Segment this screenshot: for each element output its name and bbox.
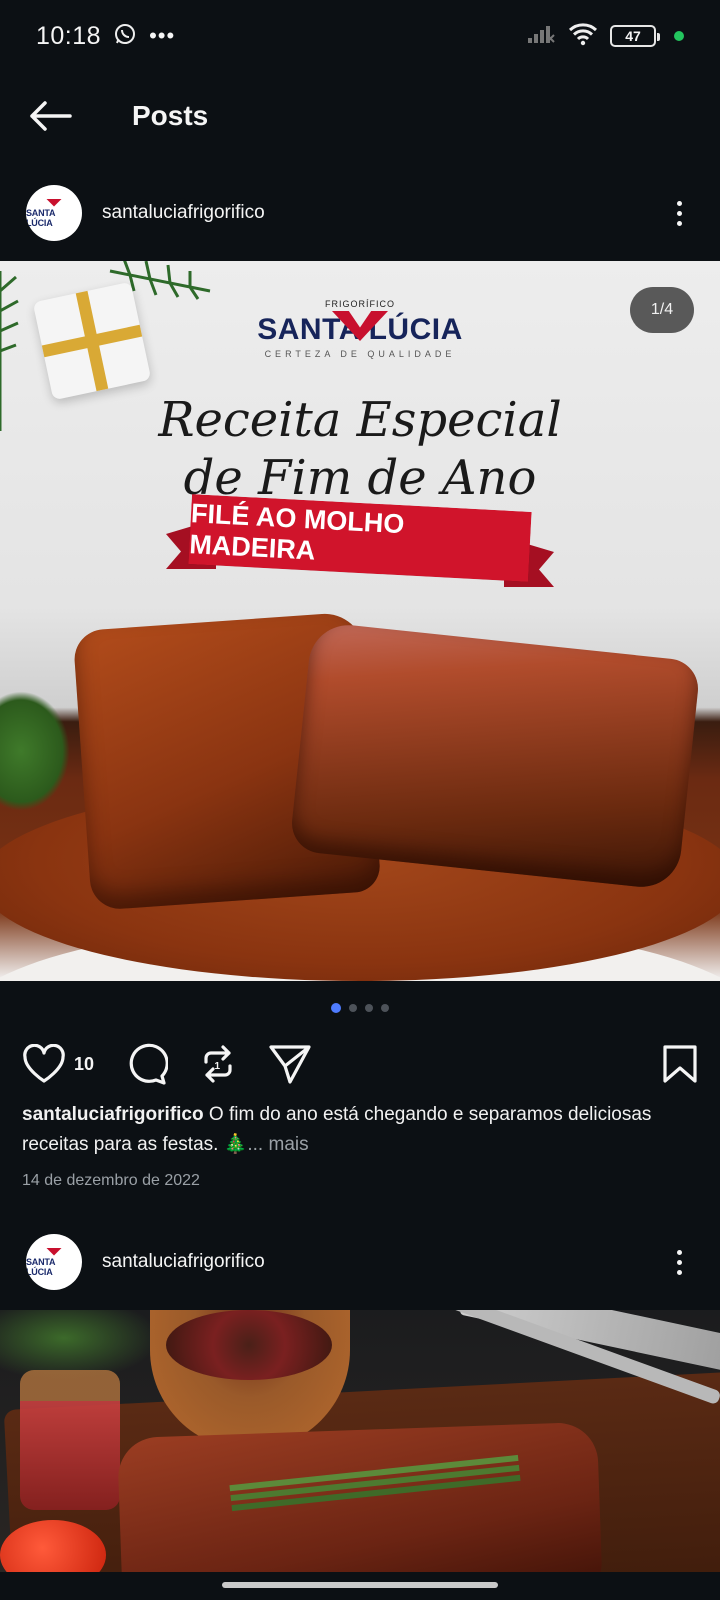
app-header: Posts: [0, 80, 720, 152]
caption-username[interactable]: santaluciafrigorifico: [22, 1104, 204, 1125]
avatar-label: SANTA LÚCIA: [26, 207, 55, 228]
headline-line-1: Receita Especial: [158, 392, 562, 448]
carousel-dot: [381, 1004, 389, 1012]
post-image[interactable]: 1/4 FRIGORÍFICO SANTA LÚCIA CERTEZA DE Q…: [0, 261, 720, 981]
garnish: [0, 691, 70, 811]
brand-small-text: FRIGORÍFICO: [325, 299, 395, 309]
avatar-label: SANTA LÚCIA: [26, 1256, 55, 1277]
steak-slice: [289, 621, 701, 891]
headline-line-2: de Fim de Ano: [183, 450, 537, 506]
comment-button[interactable]: [124, 1043, 169, 1085]
post-actions: 10 1: [0, 1036, 720, 1092]
repost-button[interactable]: 1: [198, 1044, 238, 1084]
share-button[interactable]: [268, 1043, 312, 1085]
recipe-ribbon: FILÉ AO MOLHO MADEIRA: [188, 494, 531, 582]
signal-icon: [526, 23, 556, 50]
post-header: SANTA LÚCIA santaluciafrigorifico: [0, 173, 720, 253]
carousel-dot: [365, 1004, 373, 1012]
post-username[interactable]: santaluciafrigorifico: [102, 1251, 265, 1273]
like-button[interactable]: 10: [22, 1044, 94, 1084]
carousel-indicator: [0, 1003, 720, 1013]
post-caption: santaluciafrigorifico O fim do ano está …: [22, 1100, 682, 1160]
save-button[interactable]: [662, 1044, 698, 1084]
avatar[interactable]: SANTA LÚCIA: [26, 1234, 82, 1290]
dot-icon: [676, 1269, 682, 1275]
headline: Receita Especial de Fim de Ano: [0, 391, 720, 507]
home-indicator[interactable]: [222, 1582, 498, 1588]
bookmark-icon: [663, 1045, 697, 1083]
post-username[interactable]: santaluciafrigorifico: [102, 202, 265, 224]
heart-icon: [23, 1044, 65, 1083]
dot-icon: [676, 220, 682, 226]
arrow-left-icon: [30, 101, 72, 131]
more-notifications-icon: •••: [149, 23, 176, 48]
whatsapp-icon: [113, 22, 137, 51]
post-header: SANTA LÚCIA santaluciafrigorifico: [0, 1222, 720, 1302]
grilled-steak: [117, 1421, 603, 1572]
dot-icon: [676, 1249, 682, 1255]
more-options-button[interactable]: [664, 1249, 694, 1275]
privacy-dot: [674, 31, 684, 41]
brand-mark-icon: [46, 198, 62, 207]
peppercorns: [166, 1310, 332, 1380]
brand-tagline: CERTEZA DE QUALIDADE: [264, 349, 456, 359]
brand-mark-icon: [46, 1247, 62, 1256]
back-button[interactable]: [0, 80, 100, 152]
caption-more-link[interactable]: ... mais: [247, 1134, 308, 1155]
repost-icon: 1: [204, 1045, 232, 1083]
post-date: 14 de dezembro de 2022: [22, 1172, 200, 1189]
carousel-dot: [349, 1004, 357, 1012]
brand-logo: FRIGORÍFICO SANTA LÚCIA CERTEZA DE QUALI…: [0, 299, 720, 359]
more-options-button[interactable]: [664, 200, 694, 226]
battery-indicator: 47: [610, 25, 660, 47]
dot-icon: [676, 1259, 682, 1265]
dot-icon: [676, 200, 682, 206]
comment-icon: [129, 1043, 169, 1085]
wifi-icon: [568, 22, 598, 51]
post-image[interactable]: [0, 1310, 720, 1572]
page-title: Posts: [132, 100, 209, 131]
like-count[interactable]: 10: [74, 1054, 94, 1075]
spice-jar: [20, 1370, 120, 1510]
status-bar: 10:18 ••• 47: [0, 0, 720, 72]
carousel-dot-active: [331, 1003, 341, 1013]
avatar[interactable]: SANTA LÚCIA: [26, 185, 82, 241]
svg-text:1: 1: [215, 1061, 221, 1072]
status-time: 10:18: [36, 21, 102, 50]
dot-icon: [676, 210, 682, 216]
send-icon: [269, 1045, 311, 1084]
